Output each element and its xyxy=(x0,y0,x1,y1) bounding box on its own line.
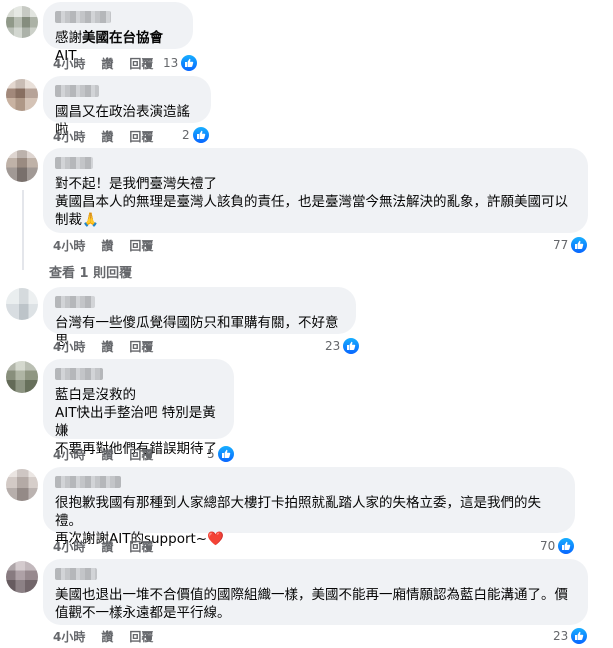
avatar[interactable] xyxy=(6,288,38,320)
comment-bubble: 感謝美國在台協會 AIT xyxy=(43,2,193,64)
author-name-blurred[interactable] xyxy=(55,85,99,97)
comment-time[interactable]: 4小時 xyxy=(53,538,85,555)
reply-button[interactable]: 回覆 xyxy=(129,446,153,463)
reaction-count[interactable]: 2 xyxy=(182,126,210,144)
reply-button[interactable]: 回覆 xyxy=(129,538,153,555)
like-button[interactable]: 讚 xyxy=(101,538,113,555)
comment-bubble: 很抱歉我國有那種到人家總部大樓打卡拍照就亂踏人家的失格立委，這是我們的失禮。 再… xyxy=(43,467,575,547)
like-button[interactable]: 讚 xyxy=(101,338,113,355)
reaction-count[interactable]: 23 xyxy=(325,337,361,355)
like-thumbs-up-icon xyxy=(216,445,235,463)
comment-bubble: 國昌又在政治表演造謠啦 xyxy=(43,76,211,138)
comment-actions: 4小時 讚 回覆 xyxy=(53,538,153,554)
comment-actions: 4小時 讚 回覆 xyxy=(53,128,153,144)
like-button[interactable]: 讚 xyxy=(101,446,113,463)
like-thumbs-up-icon xyxy=(342,337,361,355)
like-thumbs-up-icon xyxy=(180,54,199,72)
comment-time[interactable]: 4小時 xyxy=(53,55,85,72)
comment-actions: 4小時 讚 回覆 xyxy=(53,237,153,253)
like-button[interactable]: 讚 xyxy=(101,55,113,72)
author-name-blurred[interactable] xyxy=(55,11,111,23)
avatar[interactable] xyxy=(6,561,38,593)
comment-text: 對不起！是我們臺灣失禮了 黃國昌本人的無理是臺灣人該負的責任，也是臺灣當今無法解… xyxy=(55,176,568,228)
avatar[interactable] xyxy=(6,6,38,38)
comment-actions: 4小時 讚 回覆 xyxy=(53,628,153,644)
like-thumbs-up-icon xyxy=(191,126,210,144)
like-thumbs-up-icon xyxy=(570,627,589,645)
author-name-blurred[interactable] xyxy=(55,296,95,308)
author-name-blurred[interactable] xyxy=(55,157,93,169)
reply-button[interactable]: 回覆 xyxy=(129,128,153,145)
reply-thread-line xyxy=(22,190,24,270)
reaction-count[interactable]: 23 xyxy=(553,627,589,645)
like-thumbs-up-icon xyxy=(557,537,576,555)
comment-actions: 4小時 讚 回覆 xyxy=(53,338,153,354)
reaction-count[interactable]: 70 xyxy=(540,537,576,555)
comment-bubble: 藍白是沒救的 AIT快出手整治吧 特別是黃嫌 不要再對他們有錯誤期待了 xyxy=(43,359,234,457)
view-replies-link[interactable]: 查看 1 則回覆 xyxy=(49,262,132,281)
reply-button[interactable]: 回覆 xyxy=(129,237,153,254)
comment-bubble: 台灣有一些傻瓜覺得國防只和軍購有關，不好意思 xyxy=(43,287,356,349)
comment-time[interactable]: 4小時 xyxy=(53,628,85,645)
comment-text: 美國也退出一堆不合價值的國際組織一樣，美國不能再一廂情願認為藍白能溝通了。價值觀… xyxy=(55,587,568,621)
comment-time[interactable]: 4小時 xyxy=(53,128,85,145)
reply-button[interactable]: 回覆 xyxy=(129,55,153,72)
comment-bubble: 對不起！是我們臺灣失禮了 黃國昌本人的無理是臺灣人該負的責任，也是臺灣當今無法解… xyxy=(43,148,588,233)
comment-time[interactable]: 4小時 xyxy=(53,446,85,463)
like-button[interactable]: 讚 xyxy=(101,128,113,145)
comment-bubble: 美國也退出一堆不合價值的國際組織一樣，美國不能再一廂情願認為藍白能溝通了。價值觀… xyxy=(43,559,588,625)
comment-actions: 4小時 讚 回覆 xyxy=(53,446,153,462)
author-name-blurred[interactable] xyxy=(55,568,97,580)
reaction-count[interactable]: 77 xyxy=(553,236,589,254)
comment-time[interactable]: 4小時 xyxy=(53,338,85,355)
avatar[interactable] xyxy=(6,361,38,393)
reply-button[interactable]: 回覆 xyxy=(129,338,153,355)
comment-time[interactable]: 4小時 xyxy=(53,237,85,254)
avatar[interactable] xyxy=(6,469,38,501)
reaction-count[interactable]: 5 xyxy=(207,445,235,463)
author-name-blurred[interactable] xyxy=(55,368,103,380)
like-button[interactable]: 讚 xyxy=(101,237,113,254)
like-button[interactable]: 讚 xyxy=(101,628,113,645)
avatar[interactable] xyxy=(6,150,38,182)
avatar[interactable] xyxy=(6,79,38,111)
reply-button[interactable]: 回覆 xyxy=(129,628,153,645)
like-thumbs-up-icon xyxy=(570,236,589,254)
author-name-blurred[interactable] xyxy=(55,476,121,488)
reaction-count[interactable]: 13 xyxy=(163,54,199,72)
comment-actions: 4小時 讚 回覆 xyxy=(53,55,153,71)
